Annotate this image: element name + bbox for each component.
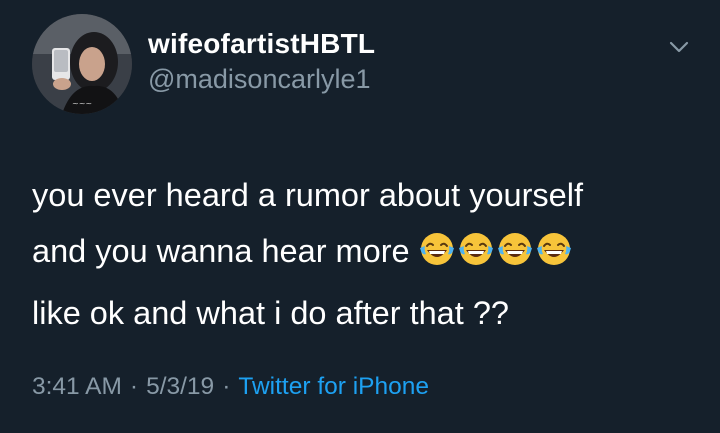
avatar[interactable]: ~~~ [32, 14, 132, 114]
svg-text:~~~: ~~~ [72, 99, 92, 108]
face-with-tears-of-joy-icon [535, 229, 573, 267]
tweet-line: you ever heard a rumor about yourself [32, 177, 583, 213]
tweet-time[interactable]: 3:41 AM [32, 373, 122, 400]
tweet-date[interactable]: 5/3/19 [146, 373, 214, 400]
display-name[interactable]: wifeofartistHBTL [148, 28, 375, 60]
tweet-line-with-emoji: and you wanna hear more [32, 223, 692, 285]
face-with-tears-of-joy-icon [457, 229, 495, 267]
tweet-line: like ok and what i do after that ?? [32, 295, 509, 331]
face-with-tears-of-joy-icon [418, 229, 456, 267]
meta-separator: · [222, 373, 231, 400]
meta-separator: · [129, 373, 139, 400]
face-with-tears-of-joy-icon [496, 229, 534, 267]
tweet-card: ~~~ wifeofartistHBTL @madisoncarlyle1 yo… [0, 0, 720, 433]
avatar-photo: ~~~ [32, 14, 132, 114]
tweet-source-link[interactable]: Twitter for iPhone [238, 373, 429, 400]
user-handle[interactable]: @madisoncarlyle1 [148, 64, 371, 95]
tweet-metadata: 3:41 AM · 5/3/19 · Twitter for iPhone [32, 373, 429, 401]
tweet-text: you ever heard a rumor about yourself an… [32, 167, 692, 341]
tweet-line: and you wanna hear more [32, 233, 410, 269]
chevron-down-icon[interactable] [664, 32, 694, 62]
emoji-group [418, 229, 574, 285]
